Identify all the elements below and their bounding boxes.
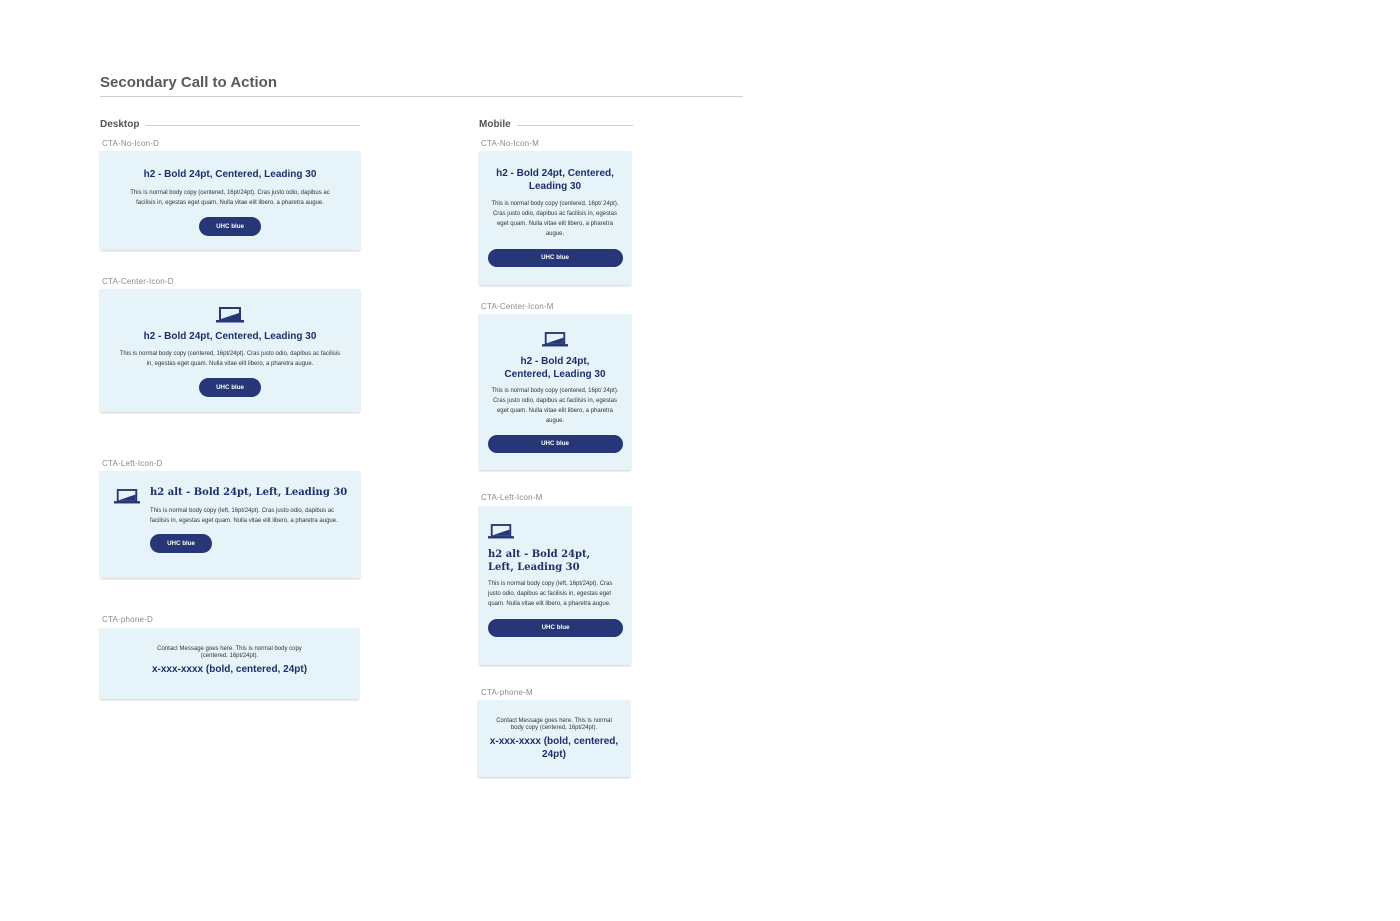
contact-message: Contact Message goes here. This is norma…	[157, 646, 302, 659]
page-title: Secondary Call to Action	[100, 74, 277, 91]
mobile-column-heading: Mobile	[479, 119, 511, 130]
uhc-blue-button[interactable]: UHC blue	[199, 216, 261, 236]
desktop-column-divider	[145, 125, 360, 126]
variant-label: CTA-Center-Icon-D	[102, 277, 174, 286]
contact-message: Contact Message goes here. This is norma…	[496, 718, 612, 731]
laptop-icon	[114, 489, 140, 509]
variant-label: CTA-Left-Icon-M	[481, 493, 543, 502]
uhc-blue-button[interactable]: UHC blue	[199, 377, 261, 397]
cta-body-copy: This is normal body copy (left, 16pt/24p…	[488, 581, 613, 607]
cta-phone-desktop-card: Contact Message goes here. This is norma…	[100, 628, 359, 699]
cta-phone-mobile-card: Contact Message goes here. This is norma…	[478, 700, 630, 777]
cta-heading: h2 - Bold 24pt, Centered, Leading 30	[504, 356, 606, 380]
uhc-blue-button[interactable]: UHC blue	[150, 533, 212, 553]
mobile-column-divider	[517, 125, 633, 126]
variant-label: CTA-No-Icon-M	[481, 139, 540, 148]
cta-heading: h2 alt - Bold 24pt, Left, Leading 30	[150, 487, 348, 498]
cta-heading: h2 - Bold 24pt, Centered, Leading 30	[143, 169, 317, 180]
cta-no-icon-mobile-card: h2 - Bold 24pt, Centered, Leading 30 Thi…	[479, 151, 631, 285]
phone-number[interactable]: x-xxx-xxxx (bold, centered, 24pt)	[487, 736, 621, 761]
cta-body-copy: This is normal body copy (centered, 16pt…	[491, 201, 619, 237]
cta-left-icon-desktop-card: h2 alt - Bold 24pt, Left, Leading 30 Thi…	[100, 471, 360, 578]
uhc-blue-button[interactable]: UHC blue	[487, 249, 623, 267]
cta-center-icon-desktop-card: h2 - Bold 24pt, Centered, Leading 30 Thi…	[100, 289, 360, 412]
cta-body-copy: This is normal body copy (centered, 16pt…	[491, 388, 619, 424]
cta-heading: h2 alt - Bold 24pt, Left, Leading 30	[488, 549, 591, 573]
title-divider	[100, 96, 743, 97]
cta-left-icon-mobile-card: h2 alt - Bold 24pt, Left, Leading 30 Thi…	[479, 506, 631, 665]
laptop-icon	[488, 524, 514, 544]
uhc-blue-button[interactable]: UHC blue	[487, 435, 623, 453]
cta-center-icon-mobile-card: h2 - Bold 24pt, Centered, Leading 30 Thi…	[479, 314, 631, 470]
cta-no-icon-desktop-card: h2 - Bold 24pt, Centered, Leading 30 Thi…	[100, 151, 360, 250]
variant-label: CTA-phone-D	[102, 615, 153, 624]
desktop-column-heading: Desktop	[100, 119, 140, 130]
cta-body-copy: This is normal body copy (centered, 16pt…	[119, 350, 341, 367]
uhc-blue-button[interactable]: UHC blue	[488, 619, 623, 637]
cta-heading: h2 - Bold 24pt, Centered, Leading 30	[143, 331, 317, 342]
variant-label: CTA-phone-M	[481, 688, 533, 697]
cta-heading: h2 - Bold 24pt, Centered, Leading 30	[496, 168, 614, 192]
variant-label: CTA-No-Icon-D	[102, 139, 160, 148]
laptop-icon	[479, 332, 631, 347]
phone-number[interactable]: x-xxx-xxxx (bold, centered, 24pt)	[100, 664, 359, 677]
variant-label: CTA-Center-Icon-M	[481, 302, 554, 311]
laptop-icon	[100, 307, 360, 323]
cta-body-copy: This is normal body copy (centered, 16pt…	[130, 189, 330, 206]
variant-label: CTA-Left-Icon-D	[102, 459, 163, 468]
cta-body-copy: This is normal body copy (left, 16pt/24p…	[150, 507, 338, 524]
